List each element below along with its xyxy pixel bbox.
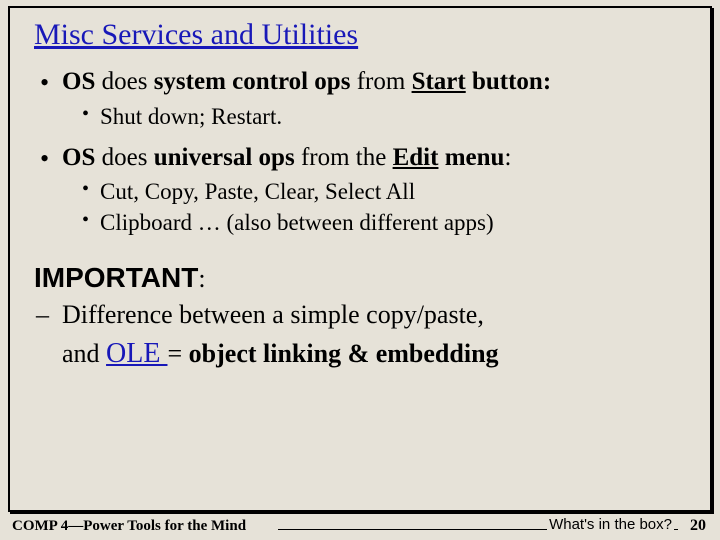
text-run: menu (438, 144, 504, 171)
text-run: OS (62, 68, 95, 95)
list-item: OS does universal ops from the Edit menu… (34, 142, 688, 239)
sub-list: Shut down; Restart. (82, 101, 688, 132)
footer-question: What's in the box? (547, 516, 674, 533)
important-heading: IMPORTANT: (34, 262, 688, 294)
slide-frame: Misc Services and Utilities OS does syst… (8, 6, 712, 512)
text-run: system control ops (154, 68, 351, 95)
ole-term: OLE (106, 338, 167, 369)
important-colon: : (198, 264, 205, 293)
text-run: does (95, 144, 153, 171)
text-run: from (350, 68, 411, 95)
slide-footer: COMP 4—Power Tools for the Mind What's i… (8, 514, 712, 538)
text-run: = (167, 339, 188, 368)
text-run: button: (466, 68, 551, 95)
sub-list-item: Cut, Copy, Paste, Clear, Select All (82, 176, 688, 207)
sub-list-item: Clipboard … (also between different apps… (82, 207, 688, 238)
diff-line: Difference between a simple copy/paste, (34, 296, 688, 334)
text-run: object linking & embedding (189, 339, 499, 368)
important-label: IMPORTANT (34, 262, 198, 293)
slide-title: Misc Services and Utilities (34, 18, 688, 52)
ole-line: and OLE = object linking & embedding (34, 334, 688, 375)
bullet-list: OS does system control ops from Start bu… (34, 66, 688, 238)
and-prefix: and (62, 339, 106, 368)
list-item: OS does system control ops from Start bu… (34, 66, 688, 132)
footer-page-number: 20 (690, 517, 706, 535)
text-run: universal ops (154, 144, 295, 171)
sub-list-item: Shut down; Restart. (82, 101, 688, 132)
ole-definition: = object linking & embedding (167, 339, 498, 368)
text-run: : (504, 144, 511, 171)
text-run: does (95, 68, 153, 95)
sub-list: Cut, Copy, Paste, Clear, Select AllClipb… (82, 176, 688, 238)
text-run: Start (412, 68, 466, 95)
footer-course: COMP 4—Power Tools for the Mind (12, 518, 246, 535)
text-run: Edit (393, 144, 439, 171)
text-run: OS (62, 144, 95, 171)
text-run: from the (295, 144, 393, 171)
